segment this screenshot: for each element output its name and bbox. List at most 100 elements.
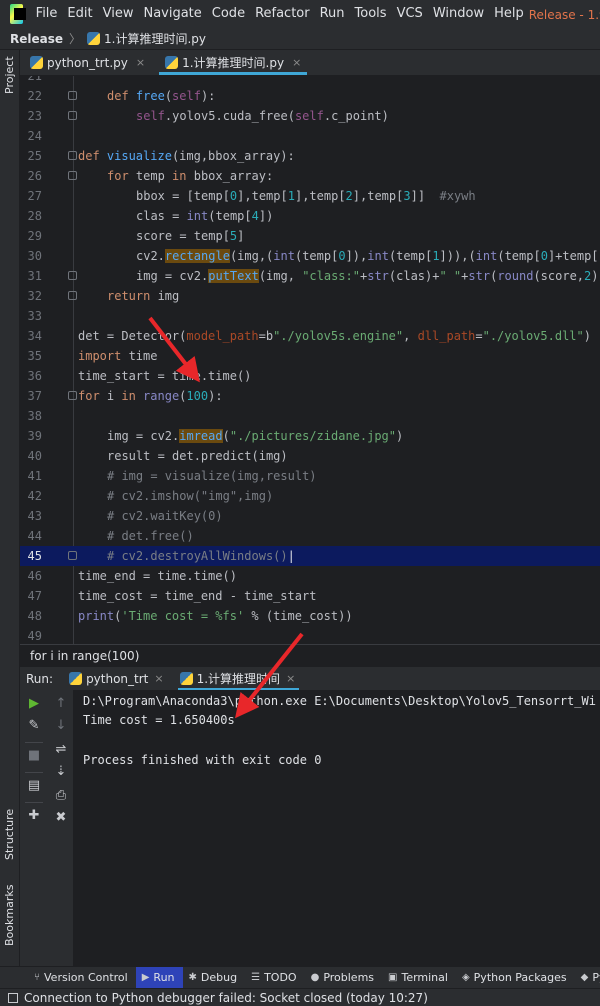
- run-tab-label: python_trt: [86, 671, 149, 686]
- python-packages-button[interactable]: ◈ Python Packages: [456, 967, 575, 989]
- pycharm-logo-icon: [10, 4, 26, 24]
- menu-navigate[interactable]: Navigate: [138, 0, 206, 28]
- code-line: 21: [27, 76, 42, 83]
- bookmarks-tool-button[interactable]: Bookmarks: [3, 885, 16, 946]
- menu-file[interactable]: File: [31, 0, 63, 28]
- close-icon[interactable]: ×: [154, 672, 163, 685]
- close-icon[interactable]: ×: [286, 672, 295, 685]
- terminal-button[interactable]: ▣ Terminal: [382, 967, 456, 989]
- fold-icon[interactable]: [68, 111, 77, 120]
- fold-icon[interactable]: [68, 91, 77, 100]
- menu-view[interactable]: View: [98, 0, 139, 28]
- tab-label: 1.计算推理时间.py: [182, 56, 285, 70]
- code-line: 40 result = det.predict(img): [27, 449, 288, 463]
- fold-icon[interactable]: [68, 391, 77, 400]
- list-icon: ☰: [251, 972, 261, 983]
- fold-icon[interactable]: [68, 171, 77, 180]
- todo-button[interactable]: ☰ TODO: [245, 967, 304, 989]
- fold-icon[interactable]: [68, 291, 77, 300]
- scroll-up-icon[interactable]: ↑: [53, 696, 69, 712]
- current-code-line: 45 # cv2.destroyAllWindows()|: [20, 546, 600, 566]
- wrench-icon[interactable]: ✎: [26, 718, 42, 734]
- status-bar: Connection to Python debugger failed: So…: [0, 988, 600, 1006]
- console-line: D:\Program\Anaconda3\python.exe E:\Docum…: [83, 694, 596, 708]
- code-line: 37 for i in range(100):: [27, 389, 223, 403]
- pin-icon[interactable]: ✚: [26, 808, 42, 824]
- branch-icon: ⑂: [34, 972, 40, 983]
- code-line: 25 def visualize(img,bbox_array):: [27, 149, 295, 163]
- python-icon: ◆: [580, 972, 589, 983]
- trash-icon[interactable]: ✖: [53, 810, 69, 826]
- run-toolbar-primary: ▶ ✎ ■ ▤ ✚: [20, 690, 48, 966]
- fold-icon[interactable]: [68, 551, 77, 560]
- run-toolbar-secondary: ↑ ↓ ⇌ ⇣ ⎙ ✖: [48, 690, 74, 966]
- fold-icon[interactable]: [68, 151, 77, 160]
- context-hint-bar[interactable]: for i in range(100): [20, 644, 600, 666]
- menu-refactor[interactable]: Refactor: [250, 0, 315, 28]
- code-line: 46 time_end = time.time(): [27, 569, 237, 583]
- stop-icon[interactable]: ■: [26, 748, 42, 764]
- python-console-button[interactable]: ◆Py: [575, 967, 600, 989]
- run-tab-python-trt[interactable]: python_trt ×: [61, 667, 172, 691]
- code-line: 47 time_cost = time_end - time_start: [27, 589, 317, 603]
- toolbar-divider: [25, 802, 43, 803]
- run-console-output[interactable]: D:\Program\Anaconda3\python.exe E:\Docum…: [74, 690, 600, 966]
- code-line: 35 import time: [27, 349, 158, 363]
- scroll-down-icon[interactable]: ↓: [53, 718, 69, 734]
- code-line: 33: [27, 309, 42, 323]
- code-line: 39 img = cv2.imread("./pictures/zidane.jp…: [27, 429, 404, 443]
- status-message[interactable]: Connection to Python debugger failed: So…: [24, 991, 428, 1005]
- window-icon[interactable]: [8, 992, 18, 1003]
- run-button[interactable]: ▶ Run: [135, 966, 183, 989]
- tab-inference-time[interactable]: 1.计算推理时间.py ×: [155, 50, 311, 75]
- menu-code[interactable]: Code: [207, 0, 250, 28]
- menu-edit[interactable]: Edit: [62, 0, 97, 28]
- code-line: 22 def free(self):: [27, 89, 216, 103]
- rerun-icon[interactable]: ▶: [26, 696, 42, 712]
- tool-window-bar: ⑂ Version Control ▶ Run ✱ Debug ☰ TODO ● Prob…: [0, 966, 600, 989]
- close-icon[interactable]: ×: [292, 56, 301, 69]
- python-file-icon: [179, 672, 193, 685]
- breadcrumb: Release 〉 1.计算推理时间.py: [0, 28, 600, 50]
- code-line: 36 time_start = time.time(): [27, 369, 252, 383]
- code-editor[interactable]: 21 22 def free(self): 23 self.yolov5.cuda_…: [20, 76, 600, 644]
- debug-button[interactable]: ✱ Debug: [183, 967, 246, 989]
- breadcrumb-project[interactable]: Release: [10, 32, 63, 46]
- code-line: 30 cv2.rectangle(img,(int(temp[0]),int(te…: [27, 249, 599, 263]
- menu-run[interactable]: Run: [315, 0, 350, 28]
- print-icon[interactable]: ⎙: [53, 788, 69, 804]
- code-line: 28 clas = int(temp[4]): [27, 209, 274, 223]
- menu-window[interactable]: Window: [428, 0, 489, 28]
- structure-tool-button[interactable]: Structure: [3, 809, 16, 860]
- toolbar-divider: [25, 742, 43, 743]
- code-line: 26 for temp in bbox_array:: [27, 169, 274, 183]
- python-file-icon: [30, 56, 43, 69]
- scroll-to-end-icon[interactable]: ⇣: [53, 764, 69, 780]
- run-tab-label: 1.计算推理时间: [196, 672, 281, 686]
- soft-wrap-icon[interactable]: ⇌: [53, 742, 69, 758]
- run-panel-header: Run: python_trt × 1.计算推理时间 ×: [20, 666, 600, 691]
- code-line: 27 bbox = [temp[0],temp[1],temp[2],temp[3…: [27, 189, 476, 203]
- menu-tools[interactable]: Tools: [350, 0, 392, 28]
- code-line: 43 # cv2.waitKey(0): [27, 509, 223, 523]
- fold-icon[interactable]: [68, 271, 77, 280]
- run-tab-inference-time[interactable]: 1.计算推理时间 ×: [172, 667, 304, 691]
- terminal-icon: ▣: [388, 972, 398, 983]
- tab-label: python_trt.py: [47, 55, 128, 70]
- layout-icon[interactable]: ▤: [26, 778, 42, 794]
- run-panel-label: Run:: [26, 671, 54, 686]
- breadcrumb-file[interactable]: 1.计算推理时间.py: [104, 30, 206, 47]
- code-line: 44 # det.free(): [27, 529, 194, 543]
- code-line: 49: [27, 629, 42, 643]
- problems-button[interactable]: ● Problems: [305, 967, 382, 989]
- version-control-button[interactable]: ⑂ Version Control: [28, 967, 136, 989]
- window-title: Release - 1.计算推: [528, 7, 600, 22]
- code-line: 48 print('Time cost = %fs' % (time_cost)): [27, 609, 353, 623]
- tab-python-trt[interactable]: python_trt.py ×: [20, 50, 155, 75]
- menu-bar: File Edit View Navigate Code Refactor Ru…: [0, 0, 600, 28]
- close-icon[interactable]: ×: [136, 56, 145, 69]
- project-tool-button[interactable]: Project: [3, 56, 16, 94]
- menu-vcs[interactable]: VCS: [392, 0, 428, 28]
- editor-tabs: python_trt.py × 1.计算推理时间.py ×: [20, 50, 600, 76]
- menu-help[interactable]: Help: [489, 0, 529, 28]
